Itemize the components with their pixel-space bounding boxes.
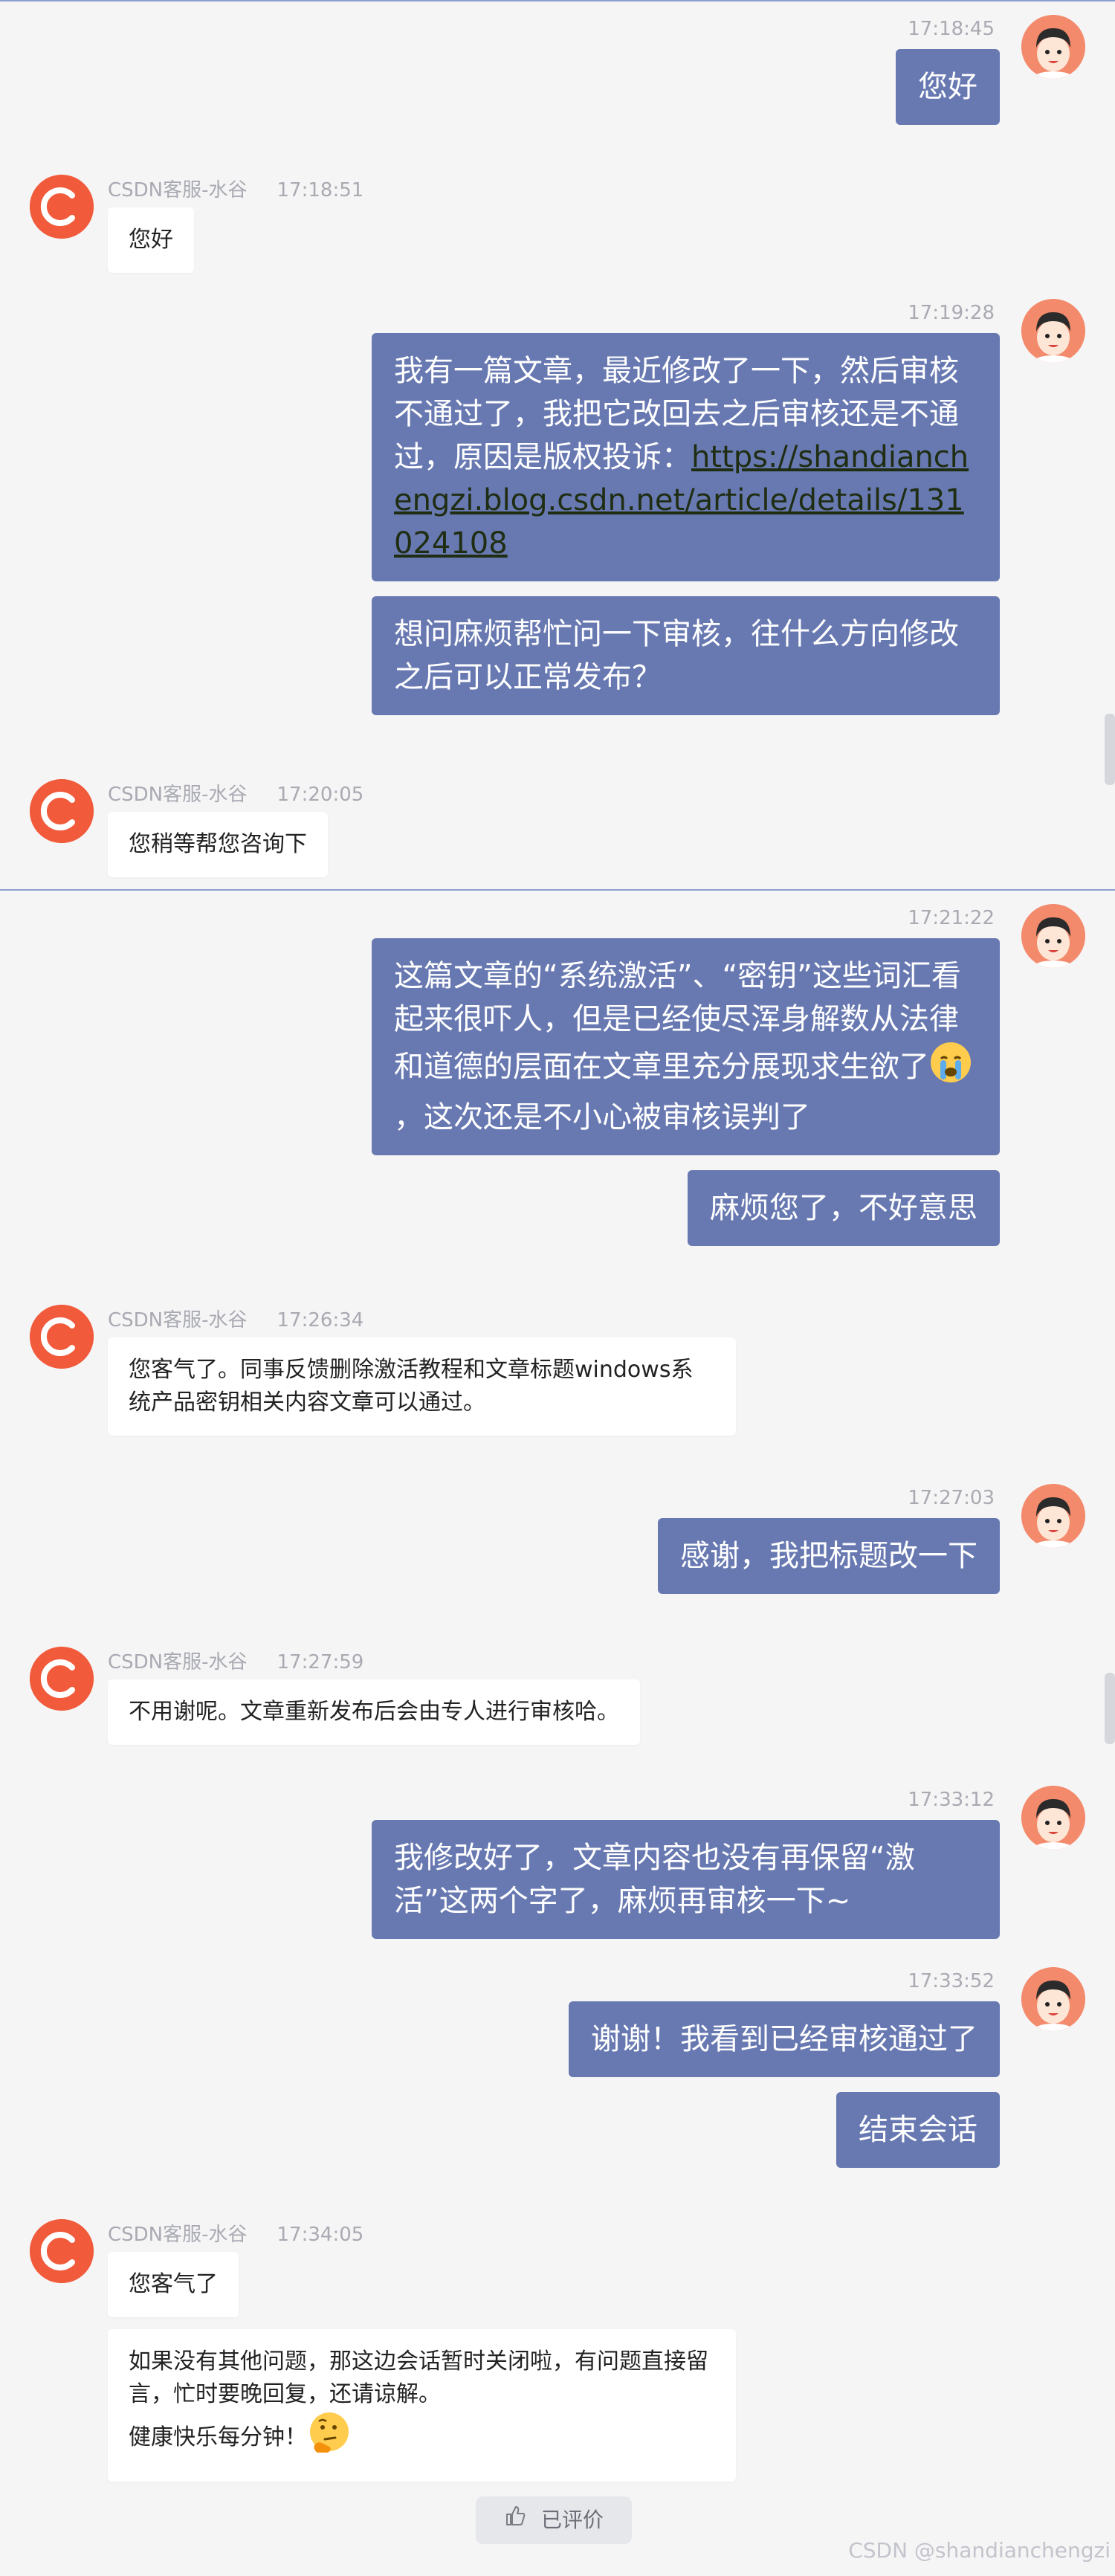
agent-message-bubble[interactable]: 不用谢呢。文章重新发布后会由专人进行审核哈。 (108, 1679, 640, 1745)
agent-message-group: CSDN客服-水谷 17:34:05 您客气了 如果没有其他问题，那这边会话暂时关… (0, 2197, 1115, 2494)
agent-message-group: CSDN客服-水谷 17:26:34 您客气了。同事反馈删除激活教程和文章标题wi… (0, 1282, 1115, 1461)
message-timestamp: 17:26:34 (277, 1309, 364, 1331)
csdn-c-logo-icon (30, 779, 94, 843)
agent-message-group: CSDN客服-水谷 17:27:59 不用谢呢。文章重新发布后会由专人进行审核哈。 (0, 1624, 1115, 1773)
message-text: 如果没有其他问题，那这边会话暂时关闭啦，有问题直接留言，忙时要晚回复，还请谅解。 (129, 2349, 708, 2407)
agent-name: CSDN客服-水谷 (108, 179, 248, 201)
user-avatar[interactable] (1021, 1967, 1085, 2031)
user-avatar-icon (1021, 1484, 1085, 1548)
user-avatar[interactable] (1021, 299, 1085, 363)
end-session-bubble[interactable]: 结束会话 (836, 2092, 1000, 2168)
message-timestamp: 17:33:12 (908, 1789, 995, 1811)
user-avatar-icon (1021, 1786, 1085, 1850)
user-message-group: 17:33:12 我修改好了，文章内容也没有再保留“激活”这两个字了，麻烦再审核… (0, 1771, 1115, 1949)
crying-face-icon (929, 1041, 972, 1096)
csdn-c-logo-icon (30, 1647, 94, 1711)
user-avatar[interactable] (1021, 1786, 1085, 1850)
watermark: CSDN @shandianchengzi (848, 2538, 1111, 2563)
agent-message-group: CSDN客服-水谷 17:18:51 您好 (0, 152, 1115, 301)
scrollbar-thumb[interactable] (1105, 714, 1115, 785)
user-message-bubble[interactable]: 感谢，我把标题改一下 (658, 1518, 1000, 1594)
message-text: 这篇文章的“系统激活”、“密钥”这些词汇看起来很吓人，但是已经使尽浑身解数从法律… (394, 959, 961, 1084)
csdn-c-logo-icon (30, 175, 94, 239)
thumbs-up-icon (504, 2496, 526, 2544)
thinking-face-icon (307, 2411, 352, 2465)
agent-message-group: CSDN客服-水谷 17:20:05 您稍等帮您咨询下 (0, 757, 1115, 891)
message-timestamp: 17:34:05 (277, 2224, 364, 2246)
message-timestamp: 17:21:22 (908, 907, 995, 929)
message-timestamp: 17:33:52 (908, 1970, 995, 1992)
agent-message-bubble[interactable]: 您客气了。同事反馈删除激活教程和文章标题windows系统产品密钥相关内容文章可… (108, 1337, 736, 1436)
message-text: ，这次还是不小心被审核误判了 (394, 1100, 810, 1134)
user-message-group: 17:33:52 谢谢！我看到已经审核通过了 结束会话 (0, 1952, 1115, 2198)
user-avatar[interactable] (1021, 1484, 1085, 1548)
user-message-bubble[interactable]: 我有一篇文章，最近修改了一下，然后审核不通过了，我把它改回去之后审核还是不通过，… (372, 333, 1000, 581)
user-message-group: 17:18:45 您好 (0, 0, 1115, 141)
user-avatar-icon (1021, 299, 1085, 363)
user-message-bubble[interactable]: 麻烦您了，不好意思 (688, 1170, 1000, 1246)
agent-avatar[interactable] (30, 2219, 94, 2283)
agent-message-bubble[interactable]: 您好 (108, 207, 194, 273)
agent-name: CSDN客服-水谷 (108, 1651, 248, 1673)
csdn-c-logo-icon (30, 2219, 94, 2283)
message-text: 健康快乐每分钟！ (129, 2424, 307, 2450)
user-message-group: 17:27:03 感谢，我把标题改一下 (0, 1469, 1115, 1618)
agent-name: CSDN客服-水谷 (108, 2224, 248, 2246)
message-timestamp: 17:27:59 (277, 1651, 364, 1673)
user-message-bubble[interactable]: 我修改好了，文章内容也没有再保留“激活”这两个字了，麻烦再审核一下~ (372, 1820, 1000, 1939)
agent-avatar[interactable] (30, 779, 94, 843)
user-message-group: 17:19:28 我有一篇文章，最近修改了一下，然后审核不通过了，我把它改回去之… (0, 284, 1115, 752)
user-avatar[interactable] (1021, 15, 1085, 79)
rating-button[interactable]: 已评价 (476, 2496, 632, 2544)
user-message-bubble[interactable]: 这篇文章的“系统激活”、“密钥”这些词汇看起来很吓人，但是已经使尽浑身解数从法律… (372, 938, 1000, 1155)
rating-label: 已评价 (540, 2508, 604, 2532)
user-message-bubble[interactable]: 谢谢！我看到已经审核通过了 (569, 2001, 1000, 2077)
scrollbar-thumb[interactable] (1105, 1673, 1115, 1744)
agent-avatar[interactable] (30, 1647, 94, 1711)
message-timestamp: 17:18:45 (908, 18, 995, 40)
user-avatar-icon (1021, 1967, 1085, 2031)
message-timestamp: 17:27:03 (908, 1487, 995, 1509)
message-timestamp: 17:20:05 (277, 784, 364, 806)
message-timestamp: 17:19:28 (908, 302, 995, 324)
user-avatar[interactable] (1021, 904, 1085, 968)
user-message-group: 17:21:22 这篇文章的“系统激活”、“密钥”这些词汇看起来很吓人，但是已经… (0, 889, 1115, 1276)
user-avatar-icon (1021, 904, 1085, 968)
csdn-c-logo-icon (30, 1305, 94, 1369)
agent-message-bubble[interactable]: 如果没有其他问题，那这边会话暂时关闭啦，有问题直接留言，忙时要晚回复，还请谅解。… (108, 2329, 736, 2482)
agent-name: CSDN客服-水谷 (108, 1309, 248, 1331)
message-timestamp: 17:18:51 (277, 179, 364, 201)
user-avatar-icon (1021, 15, 1085, 79)
agent-avatar[interactable] (30, 1305, 94, 1369)
agent-message-bubble[interactable]: 您稍等帮您咨询下 (108, 812, 328, 877)
user-message-bubble[interactable]: 您好 (896, 49, 1000, 125)
user-message-bubble[interactable]: 想问麻烦帮忙问一下审核，往什么方向修改之后可以正常发布？ (372, 596, 1000, 715)
agent-message-bubble[interactable]: 您客气了 (108, 2252, 239, 2317)
agent-name: CSDN客服-水谷 (108, 784, 248, 806)
agent-avatar[interactable] (30, 175, 94, 239)
